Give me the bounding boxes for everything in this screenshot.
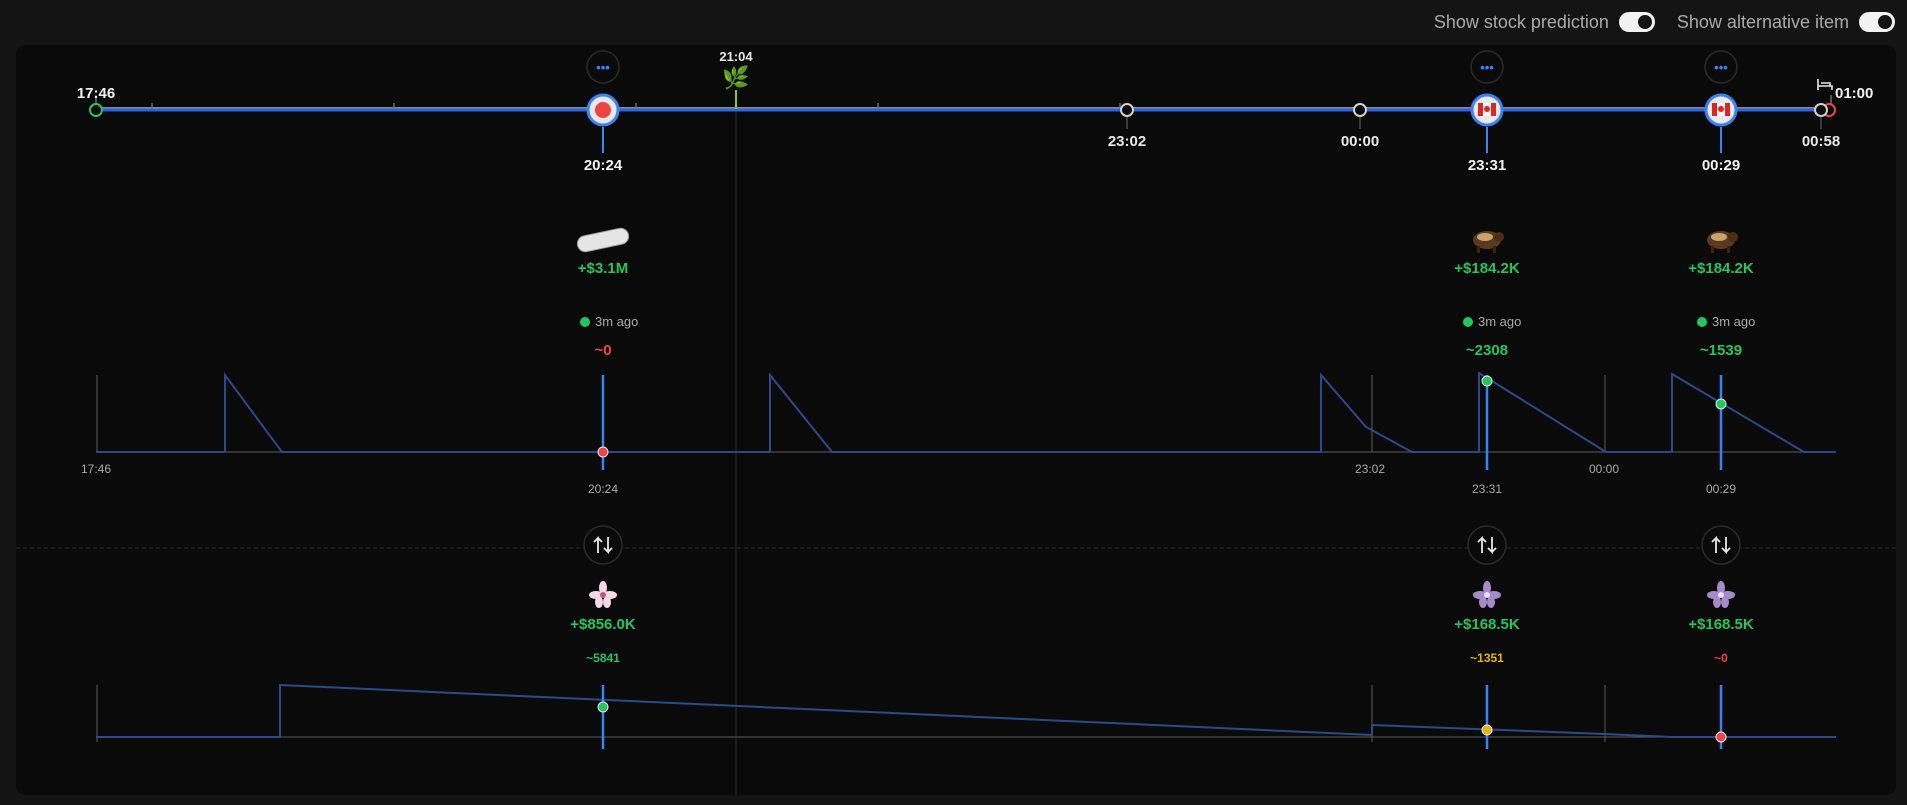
more-icon: ••• <box>596 60 610 75</box>
chart-axis-label: 17:46 <box>81 462 111 476</box>
stock-dot <box>1715 398 1727 410</box>
checkpoint-time: 23:02 <box>1108 133 1146 150</box>
more-icon: ••• <box>1480 60 1494 75</box>
toggle-knob <box>1878 15 1892 29</box>
top-toolbar: Show stock prediction Show alternative i… <box>1434 0 1907 44</box>
toggle-knob <box>1637 15 1652 29</box>
status-dot <box>1463 317 1473 327</box>
chart-axis-label: 00:00 <box>1589 462 1619 476</box>
chart-time-label: 20:24 <box>588 482 618 496</box>
event-stock: ~1539 <box>1700 342 1742 359</box>
stock-prediction-toggle-group[interactable]: Show stock prediction <box>1434 12 1655 33</box>
alternative-item-toggle-group[interactable]: Show alternative item <box>1677 12 1895 33</box>
status-dot <box>580 317 590 327</box>
timeline-end-time: 01:00 <box>1835 85 1873 102</box>
stock-prediction-toggle-label: Show stock prediction <box>1433 11 1609 32</box>
stock-dot <box>597 446 609 458</box>
alt-stock-dot <box>1481 724 1493 736</box>
alt-stock-dot <box>597 701 609 713</box>
checkpoint-time: 00:58 <box>1802 133 1840 150</box>
chart-time-label: 00:29 <box>1706 482 1736 496</box>
more-icon: ••• <box>1714 60 1728 75</box>
canada-flag-icon <box>1478 103 1496 116</box>
canada-flag-icon <box>1712 103 1730 116</box>
event-ago: 3m ago <box>595 314 638 329</box>
red-circle-icon <box>595 102 611 118</box>
pill-icon <box>576 227 630 253</box>
event-stock: ~2308 <box>1466 342 1508 359</box>
event-value: +$184.2K <box>1688 260 1754 277</box>
alt-stock: ~5841 <box>586 651 620 665</box>
timeline-start-time: 17:46 <box>77 85 115 102</box>
event-stock: ~0 <box>594 342 611 359</box>
swap-button[interactable] <box>1701 525 1741 565</box>
stock-prediction-toggle[interactable] <box>1618 12 1655 32</box>
event-ago: 3m ago <box>1478 314 1521 329</box>
event-value: +$3.1M <box>578 260 628 277</box>
timeline-start-node[interactable] <box>89 103 103 117</box>
alt-item-2: +$168.5K ~0 <box>1688 581 1754 665</box>
event-time: 23:31 <box>1468 157 1506 174</box>
alternative-item-toggle-label: Show alternative item <box>1676 11 1849 32</box>
timeline-panel: 17:46 01:00 21:04 🌿 23:02 00:00 00:58 ••… <box>16 45 1896 795</box>
wolverine-icon <box>1707 231 1738 253</box>
flower-icon <box>1707 581 1735 608</box>
alt-stock: ~1351 <box>1470 651 1504 665</box>
alt-stock-dot <box>1715 731 1727 743</box>
chart-time-label: 23:31 <box>1472 482 1502 496</box>
alt-stock: ~0 <box>1714 651 1728 665</box>
timeline-canvas: 17:46 01:00 21:04 🌿 23:02 00:00 00:58 ••… <box>16 49 1896 795</box>
event-ago: 3m ago <box>1712 314 1755 329</box>
bed-icon <box>1817 79 1833 90</box>
alt-value: +$168.5K <box>1454 616 1520 633</box>
chart-axis-label: 23:02 <box>1355 462 1385 476</box>
event-20-24: ••• 20:24 +$3.1M 3m ago ~0 <box>576 50 638 359</box>
leaf-icon: 🌿 <box>722 65 749 90</box>
event-00-29: ••• 00:29 +$184.2K 3m ago ~1539 <box>1688 50 1755 359</box>
event-time: 00:29 <box>1702 157 1740 174</box>
alt-item-0: +$856.0K ~5841 <box>570 581 636 665</box>
alt-value: +$856.0K <box>570 616 636 633</box>
status-dot <box>1697 317 1707 327</box>
event-23-31: ••• 23:31 +$184.2K 3m ago ~2308 <box>1454 50 1521 359</box>
wolverine-icon <box>1473 231 1504 253</box>
flower-icon <box>589 581 617 608</box>
timeline-ticks <box>95 95 1832 109</box>
stock-dot <box>1481 375 1493 387</box>
alternative-item-toggle[interactable] <box>1859 12 1895 32</box>
stock-chart: 17:46 23:02 00:00 20:24 23:31 00:29 <box>81 371 1836 496</box>
alt-item-1: +$168.5K ~1351 <box>1454 581 1520 665</box>
swap-button[interactable] <box>583 525 623 565</box>
current-time-label: 21:04 <box>719 49 753 64</box>
alt-stock-chart <box>96 683 1836 749</box>
event-value: +$184.2K <box>1454 260 1520 277</box>
event-time: 20:24 <box>584 157 623 174</box>
flower-icon <box>1473 581 1501 608</box>
alt-value: +$168.5K <box>1688 616 1754 633</box>
checkpoint-time: 00:00 <box>1341 133 1379 150</box>
swap-button[interactable] <box>1467 525 1507 565</box>
